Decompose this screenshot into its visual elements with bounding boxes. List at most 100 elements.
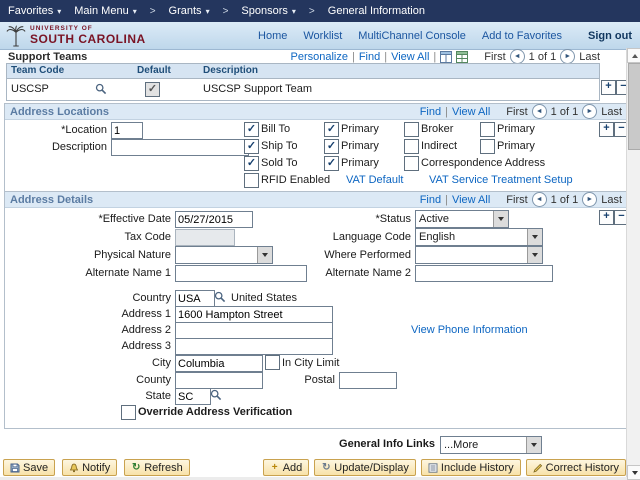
rfid-enabled-checkbox[interactable]: [244, 173, 259, 188]
location-input[interactable]: [111, 122, 143, 139]
breadcrumb-grants[interactable]: Grants ▾: [169, 5, 210, 17]
address3-input[interactable]: [175, 338, 333, 355]
description-input[interactable]: [111, 139, 249, 156]
team-code-value: USCSP: [11, 83, 49, 95]
favorites-menu[interactable]: Favorites ▾: [8, 5, 61, 17]
address1-input[interactable]: [175, 306, 333, 323]
update-display-button[interactable]: ↻ Update/Display: [314, 459, 416, 476]
add-to-favorites-link[interactable]: Add to Favorites: [482, 30, 562, 42]
add-row-button[interactable]: +: [601, 80, 616, 95]
broker-label: Broker: [421, 123, 454, 135]
sold-primary-checkbox[interactable]: [324, 156, 339, 171]
toolbar-separator: |: [351, 50, 355, 63]
support-teams-grid: Team Code Default Description USCSP USCS…: [6, 63, 600, 101]
download-to-excel-icon[interactable]: [456, 50, 469, 63]
find-link[interactable]: Find: [420, 106, 441, 118]
effective-date-input[interactable]: [175, 211, 253, 228]
top-navigation-bar: Favorites ▾ Main Menu ▾ > Grants ▾ > Spo…: [0, 0, 640, 22]
correspondence-address-checkbox[interactable]: [404, 156, 419, 171]
support-teams-toolbar: Personalize | Find | View All | First ◄ …: [290, 49, 600, 64]
indirect-checkbox[interactable]: [404, 139, 419, 154]
ship-to-checkbox[interactable]: [244, 139, 259, 154]
bill-to-checkbox[interactable]: [244, 122, 259, 137]
language-code-select[interactable]: English: [415, 228, 543, 246]
sold-to-checkbox[interactable]: [244, 156, 259, 171]
vertical-scrollbar[interactable]: [626, 48, 640, 480]
where-performed-select[interactable]: [415, 246, 543, 264]
first-label: First: [506, 105, 528, 118]
previous-row-icon[interactable]: ◄: [509, 49, 525, 64]
view-all-link[interactable]: View All: [452, 106, 490, 118]
alternate-name1-input[interactable]: [175, 265, 307, 282]
previous-row-icon[interactable]: ◄: [531, 104, 547, 119]
next-row-icon[interactable]: ►: [582, 104, 598, 119]
toolbar-separator: |: [445, 105, 448, 118]
indirect-primary-checkbox[interactable]: [480, 139, 495, 154]
home-link[interactable]: Home: [258, 30, 287, 42]
add-button[interactable]: + Add: [262, 459, 310, 476]
address-locations-toolbar: Find | View All First ◄ 1 of 1 ► Last: [420, 104, 622, 119]
state-lookup-icon[interactable]: [210, 389, 222, 401]
alternate-name2-label: Alternate Name 2: [325, 267, 411, 279]
address-locations-title: Address Locations: [10, 105, 110, 118]
country-lookup-icon[interactable]: [214, 291, 226, 303]
ship-primary-checkbox[interactable]: [324, 139, 339, 154]
view-all-link[interactable]: View All: [391, 51, 429, 63]
scroll-up-icon[interactable]: [627, 48, 640, 63]
add-row-button[interactable]: +: [599, 210, 614, 225]
broker-primary-checkbox[interactable]: [480, 122, 495, 137]
include-history-button[interactable]: Include History: [420, 459, 521, 476]
breadcrumb-sponsors[interactable]: Sponsors ▾: [241, 5, 296, 17]
county-input[interactable]: [175, 372, 263, 389]
address-details-title: Address Details: [10, 193, 94, 206]
physical-nature-label: Physical Nature: [93, 249, 171, 261]
sign-out-link[interactable]: Sign out: [588, 30, 632, 42]
correct-history-button[interactable]: Correct History: [525, 459, 626, 476]
row-counter: 1 of 1: [528, 50, 557, 63]
alternate-name1-label: Alternate Name 1: [85, 267, 171, 279]
view-all-link[interactable]: View All: [452, 194, 490, 206]
vat-default-link[interactable]: VAT Default: [346, 174, 403, 186]
add-row-button[interactable]: +: [599, 122, 614, 137]
find-link[interactable]: Find: [359, 51, 380, 63]
personalize-link[interactable]: Personalize: [290, 51, 347, 63]
correct-history-pencil-icon: [532, 463, 543, 473]
bill-primary-checkbox[interactable]: [324, 122, 339, 137]
row-counter: 1 of 1: [550, 105, 579, 118]
zoom-grid-icon[interactable]: [440, 50, 453, 63]
in-city-limit-checkbox[interactable]: [265, 355, 280, 370]
scrollbar-thumb[interactable]: [628, 63, 640, 150]
address1-label: Address 1: [121, 308, 171, 320]
next-row-icon[interactable]: ►: [560, 49, 576, 64]
city-input[interactable]: [175, 355, 263, 372]
correspondence-address-label: Correspondence Address: [421, 157, 546, 169]
override-address-verification-checkbox[interactable]: [121, 405, 136, 420]
view-phone-information-link[interactable]: View Phone Information: [411, 324, 528, 336]
general-info-links-select[interactable]: ...More: [440, 436, 542, 454]
postal-input[interactable]: [339, 372, 397, 389]
save-button[interactable]: Save: [3, 459, 56, 476]
find-link[interactable]: Find: [420, 194, 441, 206]
main-menu[interactable]: Main Menu ▾: [74, 5, 136, 17]
support-teams-header: Support Teams Personalize | Find | View …: [8, 49, 600, 64]
rfid-enabled-label: RFID Enabled: [261, 174, 331, 186]
next-row-icon[interactable]: ►: [582, 192, 598, 207]
default-checkbox: [145, 82, 160, 97]
previous-row-icon[interactable]: ◄: [531, 192, 547, 207]
country-input[interactable]: [175, 290, 215, 307]
physical-nature-select[interactable]: [175, 246, 273, 264]
worklist-link[interactable]: Worklist: [303, 30, 342, 42]
refresh-button[interactable]: ↻ Refresh: [124, 459, 190, 476]
state-input[interactable]: [175, 388, 211, 405]
alternate-name2-input[interactable]: [415, 265, 553, 282]
status-select[interactable]: Active: [415, 210, 509, 228]
broker-checkbox[interactable]: [404, 122, 419, 137]
team-code-lookup-icon[interactable]: [95, 83, 107, 95]
scroll-down-icon[interactable]: [627, 465, 640, 480]
breadcrumb-general-information[interactable]: General Information: [328, 5, 425, 17]
vat-service-treatment-setup-link[interactable]: VAT Service Treatment Setup: [429, 174, 573, 186]
in-city-limit-label: In City Limit: [282, 357, 340, 369]
notify-button[interactable]: Notify: [62, 459, 118, 476]
address2-input[interactable]: [175, 322, 333, 339]
multichannel-console-link[interactable]: MultiChannel Console: [358, 30, 466, 42]
